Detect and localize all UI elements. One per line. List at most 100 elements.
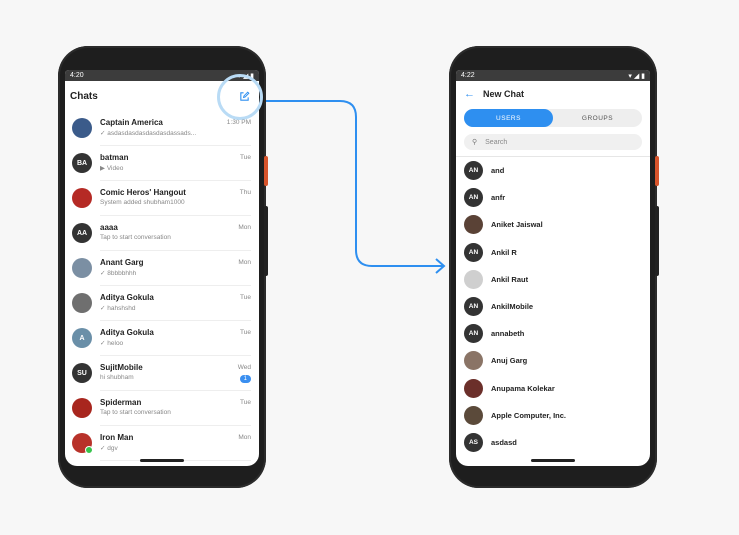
new-chat-screen: 4:22 ▾ ◢ ▮ ← New Chat USERS GROUPS ⚲ Sea… <box>456 70 650 466</box>
chat-time: Tue <box>240 329 251 336</box>
segmented-control: USERS GROUPS <box>464 109 642 127</box>
chat-info: batman ▶ Video <box>100 146 251 181</box>
chat-message: dgv <box>107 445 118 452</box>
tab-users[interactable]: USERS <box>464 109 553 127</box>
chat-preview: Tap to start conversation <box>100 234 251 241</box>
volume-button <box>655 206 659 276</box>
user-row[interactable]: AN annabeth <box>456 320 650 347</box>
chat-row[interactable]: Spiderman Tap to start conversation Tue <box>65 391 259 426</box>
chat-message: heloo <box>107 340 124 347</box>
user-row[interactable]: AN anfr <box>456 184 650 211</box>
chats-screen: 4:20 ▾ ◢ ▮ Chats Captain America ✓ asdasd… <box>65 70 259 466</box>
user-name: Anupama Kolekar <box>491 383 555 393</box>
user-name: Ankil Raut <box>491 274 529 284</box>
user-name: Aniket Jaiswal <box>491 220 543 230</box>
unread-badge: 1 <box>239 375 251 383</box>
chat-message: Tap to start conversation <box>100 234 171 241</box>
chat-row[interactable]: Aditya Gokula ✓ hahshshd Tue <box>65 286 259 321</box>
chat-name: SujitMobile <box>100 363 143 372</box>
page-title: New Chat <box>483 89 525 99</box>
user-row[interactable]: Ankil Raut <box>456 266 650 293</box>
compose-highlight <box>217 74 263 120</box>
avatar <box>464 269 483 289</box>
chat-time: Wed <box>237 364 251 371</box>
avatar: A <box>72 328 92 348</box>
user-name: and <box>491 166 505 176</box>
chat-info: SujitMobile hi shubham <box>100 356 251 391</box>
chat-message: hi shubham <box>100 374 134 381</box>
avatar: AN <box>464 161 483 181</box>
home-indicator <box>140 459 184 462</box>
chat-preview: hi shubham <box>100 374 251 381</box>
chat-info: Aditya Gokula ✓ hahshshd <box>100 286 251 321</box>
chat-time: 1:30 PM <box>226 119 251 126</box>
avatar <box>72 293 92 313</box>
chat-info: aaaa Tap to start conversation <box>100 216 251 251</box>
chat-name: Aditya Gokula <box>100 328 154 337</box>
chat-name: aaaa <box>100 223 118 232</box>
chat-message: System added shubham1000 <box>100 199 185 206</box>
new-chat-header: ← New Chat <box>456 81 650 107</box>
chat-message: 8bbbbhhh <box>107 270 137 277</box>
online-indicator <box>85 446 93 454</box>
chat-row[interactable]: SU SujitMobile hi shubham Wed 1 <box>65 356 259 391</box>
chat-time: Mon <box>238 434 251 441</box>
user-row[interactable]: AN Ankil R <box>456 239 650 266</box>
chat-time: Tue <box>240 399 251 406</box>
avatar <box>72 258 92 278</box>
status-icons: ▾ ◢ ▮ <box>628 72 645 80</box>
avatar: AN <box>464 188 483 208</box>
chat-info: Iron Man ✓ dgv <box>100 426 251 461</box>
chat-name: Iron Man <box>100 433 134 442</box>
user-name: annabeth <box>491 329 525 339</box>
volume-button <box>264 206 268 276</box>
chat-message: asdasdasdasdasdasdassads... <box>107 130 197 137</box>
chat-preview: ✓ 8bbbbhhh <box>100 269 251 277</box>
chat-list: Captain America ✓ asdasdasdasdasdasdassad… <box>65 111 259 461</box>
user-row[interactable]: Anuj Garg <box>456 347 650 374</box>
chat-info: Anant Garg ✓ 8bbbbhhh <box>100 251 251 286</box>
chat-name: batman <box>100 153 129 162</box>
page-title: Chats <box>70 90 98 102</box>
home-indicator <box>531 459 575 462</box>
chat-preview: Tap to start conversation <box>100 409 251 416</box>
chat-name: Aditya Gokula <box>100 293 154 302</box>
user-row[interactable]: Apple Computer, Inc. <box>456 402 650 429</box>
chat-row[interactable]: A Aditya Gokula ✓ heloo Tue <box>65 321 259 356</box>
chat-time: Mon <box>238 224 251 231</box>
user-name: Anuj Garg <box>491 356 528 366</box>
avatar <box>464 351 483 371</box>
user-name: AnkilMobile <box>491 302 534 312</box>
user-row[interactable]: AN and <box>456 157 650 184</box>
user-row[interactable]: Aniket Jaiswal <box>456 211 650 238</box>
chat-row[interactable]: Anant Garg ✓ 8bbbbhhh Mon <box>65 251 259 286</box>
back-arrow-icon[interactable]: ← <box>464 88 475 100</box>
power-button <box>655 156 659 186</box>
chat-row[interactable]: AA aaaa Tap to start conversation Mon <box>65 216 259 251</box>
avatar <box>464 378 483 398</box>
chat-preview: ✓ hahshshd <box>100 304 251 312</box>
avatar: AN <box>464 324 483 344</box>
user-row[interactable]: AS asdasd <box>456 429 650 456</box>
tab-groups[interactable]: GROUPS <box>553 109 642 127</box>
search-input[interactable]: ⚲ Search <box>464 134 642 150</box>
user-row[interactable]: AN AnkilMobile <box>456 293 650 320</box>
user-name: Ankil R <box>491 247 517 257</box>
chat-info: Spiderman Tap to start conversation <box>100 391 251 426</box>
chat-row[interactable]: Iron Man ✓ dgv Mon <box>65 426 259 461</box>
chat-preview: ✓ asdasdasdasdasdasdassads... <box>100 129 251 137</box>
chat-time: Mon <box>238 259 251 266</box>
chat-name: Spiderman <box>100 398 142 407</box>
status-time: 4:20 <box>70 72 84 79</box>
chat-row[interactable]: Comic Heros' Hangout System added shubham… <box>65 181 259 216</box>
user-row[interactable]: Anupama Kolekar <box>456 375 650 402</box>
search-icon: ⚲ <box>472 139 478 146</box>
avatar <box>72 398 92 418</box>
avatar: SU <box>72 363 92 383</box>
power-button <box>264 156 268 186</box>
chat-message: Video <box>106 165 124 172</box>
avatar: AS <box>464 432 483 452</box>
right-phone: 4:22 ▾ ◢ ▮ ← New Chat USERS GROUPS ⚲ Sea… <box>449 46 659 488</box>
chat-row[interactable]: BA batman ▶ Video Tue <box>65 146 259 181</box>
chat-message: hahshshd <box>107 305 136 312</box>
